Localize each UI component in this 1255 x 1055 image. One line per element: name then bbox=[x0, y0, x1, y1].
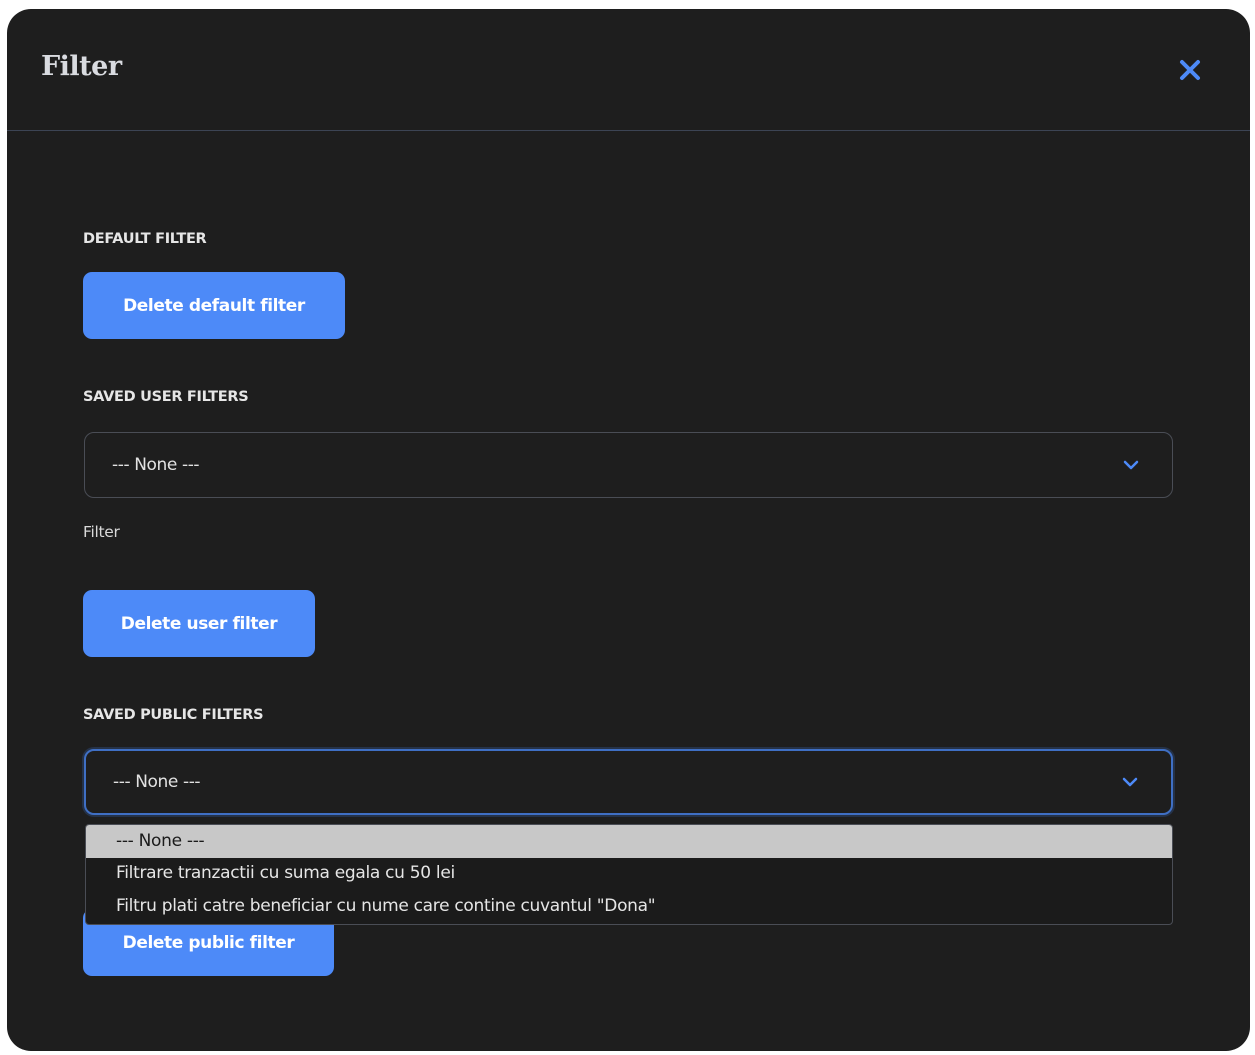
saved-user-filters-heading: SAVED USER FILTERS bbox=[83, 389, 249, 405]
dropdown-option[interactable]: Filtru plati catre beneficiar cu nume ca… bbox=[86, 891, 1172, 924]
delete-user-filter-button[interactable]: Delete user filter bbox=[83, 590, 315, 657]
user-filter-select[interactable]: --- None --- bbox=[84, 432, 1173, 498]
default-filter-heading: DEFAULT FILTER bbox=[83, 231, 207, 247]
public-filter-dropdown-list: --- None --- Filtrare tranzactii cu suma… bbox=[85, 824, 1173, 925]
dropdown-option[interactable]: Filtrare tranzactii cu suma egala cu 50 … bbox=[86, 858, 1172, 891]
close-button[interactable] bbox=[1175, 55, 1205, 85]
chevron-down-icon bbox=[1122, 777, 1138, 787]
modal-title: Filter bbox=[41, 51, 122, 82]
saved-public-filters-heading: SAVED PUBLIC FILTERS bbox=[83, 707, 264, 723]
filter-modal: Filter DEFAULT FILTER Delete default fil… bbox=[7, 9, 1250, 1051]
modal-header: Filter bbox=[7, 9, 1250, 131]
close-icon bbox=[1180, 60, 1200, 80]
public-filter-select[interactable]: --- None --- bbox=[84, 749, 1173, 815]
chevron-down-icon bbox=[1123, 460, 1139, 470]
user-filter-label: Filter bbox=[83, 523, 120, 541]
public-filter-select-value: --- None --- bbox=[113, 772, 201, 792]
user-filter-select-value: --- None --- bbox=[112, 455, 200, 475]
delete-default-filter-button[interactable]: Delete default filter bbox=[83, 272, 345, 339]
dropdown-option[interactable]: --- None --- bbox=[86, 825, 1172, 858]
